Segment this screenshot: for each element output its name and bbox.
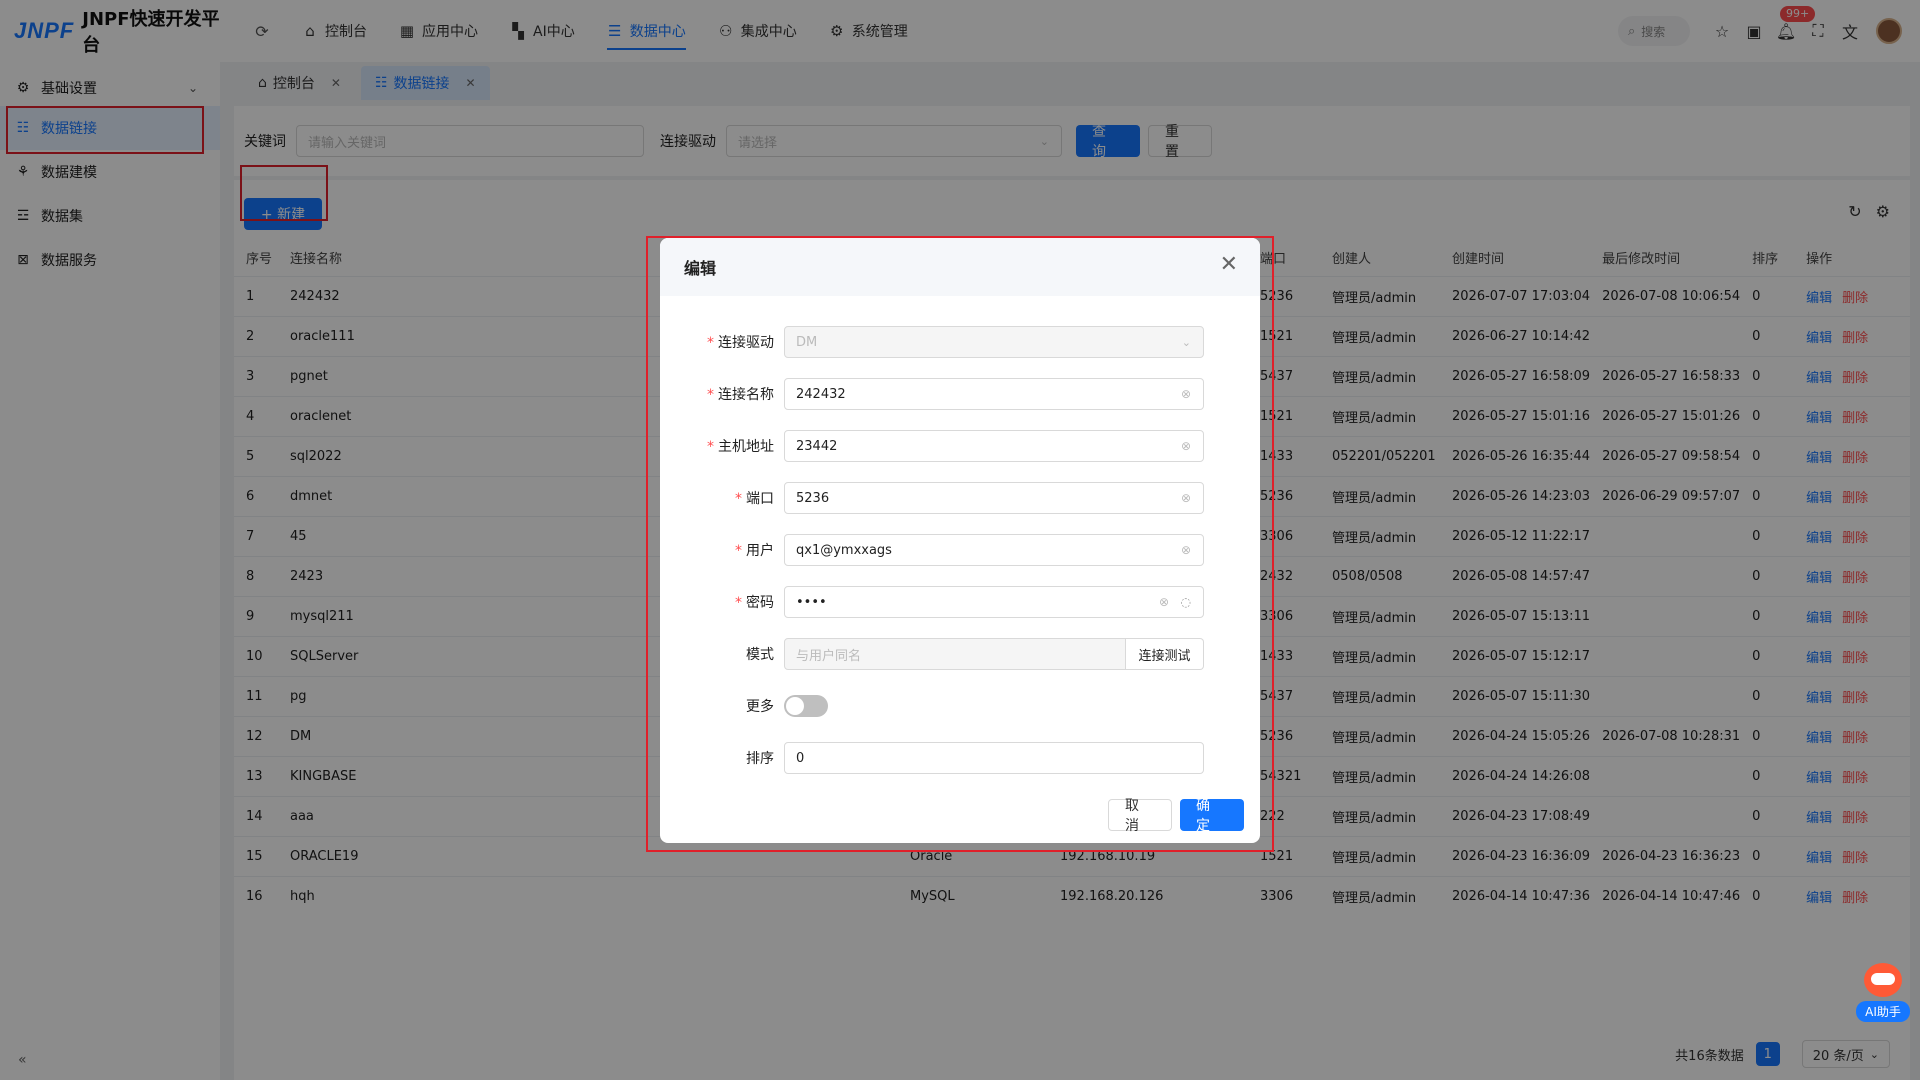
robot-icon — [1864, 963, 1902, 997]
highlight-box-modal — [646, 236, 1274, 852]
ai-assistant-label: AI助手 — [1856, 1001, 1910, 1022]
ai-assistant[interactable]: AI助手 — [1856, 963, 1910, 1022]
